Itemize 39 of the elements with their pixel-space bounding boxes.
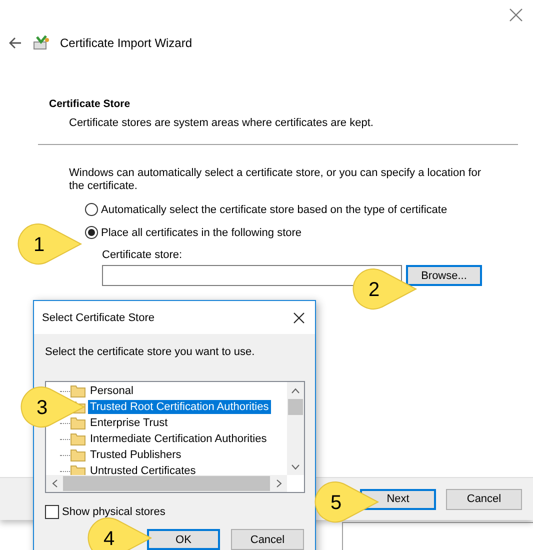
scrollbar-thumb[interactable] xyxy=(288,399,303,415)
folder-icon xyxy=(70,384,86,398)
store-item[interactable]: Trusted Root Certification Authorities xyxy=(88,400,271,414)
scrollbar-thumb[interactable] xyxy=(63,476,270,491)
intro-text: Windows can automatically select a certificate store, or you can specify a location for the certificate. xyxy=(69,167,482,193)
dialog-button[interactable]: OK xyxy=(147,529,220,550)
store-item[interactable]: Enterprise Trust xyxy=(88,416,170,430)
field-label: Certificate store: xyxy=(102,249,184,261)
horizontal-scrollbar[interactable] xyxy=(46,475,287,492)
certificate-icon xyxy=(32,35,50,51)
dialog-title: Select Certificate Store xyxy=(42,312,154,324)
dialog-button[interactable]: Cancel xyxy=(231,529,304,550)
step-callout-tooltip: 3 xyxy=(20,385,86,429)
step-callout-tooltip: 5 xyxy=(314,480,380,524)
footer-button[interactable]: Cancel xyxy=(446,488,522,510)
step-callout-tooltip: 4 xyxy=(87,516,153,550)
vertical-scrollbar[interactable] xyxy=(287,382,304,475)
radio-button[interactable] xyxy=(85,203,98,216)
section-description: Certificate stores are system areas where certificates are kept. xyxy=(69,117,374,129)
browse-button[interactable]: Browse... xyxy=(406,265,482,286)
folder-icon xyxy=(70,448,86,462)
back-arrow-icon[interactable] xyxy=(8,36,22,50)
checkbox-label: Show physical stores xyxy=(62,506,166,518)
store-item[interactable]: Trusted Publishers xyxy=(88,448,184,462)
close-icon[interactable] xyxy=(293,312,305,324)
checkbox[interactable] xyxy=(45,505,59,519)
folder-icon xyxy=(70,432,86,446)
window-title: Certificate Import Wizard xyxy=(60,36,192,50)
store-item[interactable]: Untrusted Certificates xyxy=(88,464,198,475)
store-item[interactable]: Intermediate Certification Authorities xyxy=(88,432,269,446)
store-item[interactable]: Personal xyxy=(88,384,136,398)
section-title: Certificate Store xyxy=(49,98,132,110)
step-callout-tooltip: 1 xyxy=(17,222,83,266)
dialog-instruction: Select the certificate store you want to use. xyxy=(45,346,256,358)
radio-label: Automatically select the certificate store based on the type of certificate xyxy=(101,204,448,216)
radio-label: Place all certificates in the following store xyxy=(101,226,302,238)
step-callout-tooltip: 2 xyxy=(352,267,418,311)
folder-icon xyxy=(70,416,86,430)
radio-button[interactable] xyxy=(85,226,98,239)
